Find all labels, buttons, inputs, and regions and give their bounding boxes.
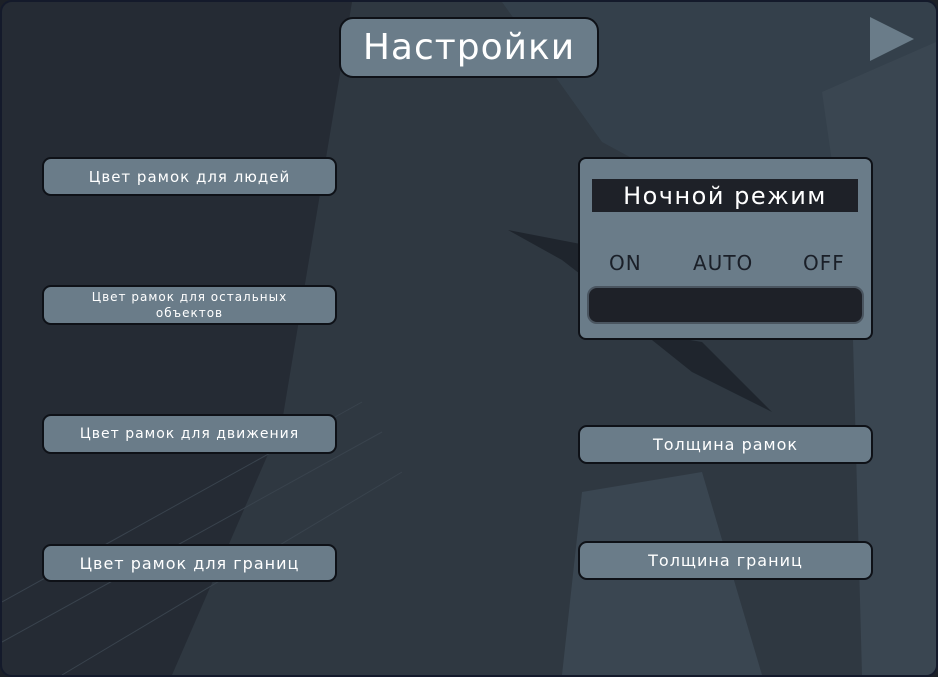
borders-frame-color-button[interactable]: Цвет рамок для границ (42, 544, 337, 582)
settings-window: Настройки Цвет рамок для людей Цвет рамо… (0, 0, 938, 677)
page-title: Настройки (339, 17, 599, 78)
night-mode-label: Ночной режим (592, 179, 858, 212)
people-frame-color-button[interactable]: Цвет рамок для людей (42, 157, 337, 196)
play-arrow-icon[interactable] (868, 15, 916, 63)
night-mode-option-on[interactable]: ON (609, 251, 642, 275)
night-mode-panel: Ночной режим ON AUTO OFF (578, 157, 873, 340)
night-mode-option-off[interactable]: OFF (803, 251, 845, 275)
border-thickness-button[interactable]: Толщина границ (578, 541, 873, 580)
motion-frame-color-button[interactable]: Цвет рамок для движения (42, 414, 337, 454)
night-mode-slider[interactable] (587, 286, 864, 324)
frame-thickness-button[interactable]: Толщина рамок (578, 425, 873, 464)
night-mode-option-auto[interactable]: AUTO (693, 251, 753, 275)
other-objects-frame-color-button[interactable]: Цвет рамок для остальных объектов (42, 285, 337, 325)
